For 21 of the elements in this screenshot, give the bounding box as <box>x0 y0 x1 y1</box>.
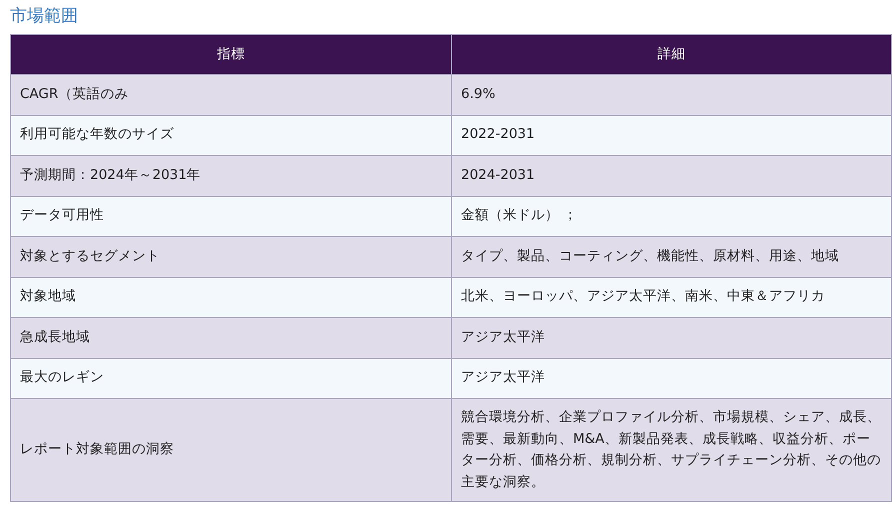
section-heading: 市場範囲 <box>10 5 79 28</box>
table-cell: 北米、ヨーロッパ、アジア太平洋、南米、中東＆アフリカ <box>452 277 892 318</box>
table-cell: レポート対象範囲の洞察 <box>10 398 452 502</box>
table-cell: 2022-2031 <box>452 115 892 156</box>
column-header: 詳細 <box>452 34 892 74</box>
table-cell: 2024-2031 <box>452 156 892 196</box>
table-cell: CAGR（英語のみ <box>10 74 452 115</box>
table-cell: 急成長地域 <box>10 318 452 358</box>
table-cell: 最大のレギン <box>10 358 452 398</box>
table-cell: アジア太平洋 <box>452 358 892 398</box>
table-cell: 金額（米ドル） ； <box>452 196 892 236</box>
table-cell: タイプ、製品、コーティング、機能性、原材料、用途、地域 <box>452 236 892 277</box>
table-cell: 対象地域 <box>10 277 452 318</box>
table-cell: 予測期間：2024年～2031年 <box>10 156 452 196</box>
table-cell: 競合環境分析、企業プロファイル分析、市場規模、シェア、成長、需要、最新動向、M&A、新製品発表、成長戦略、収益分析、ポーター分析、価格分析、規制分析、サプライチェーン分析、その他の主要な洞察。 <box>452 398 892 502</box>
table-cell: データ可用性 <box>10 196 452 236</box>
table-cell: 対象とするセグメント <box>10 236 452 277</box>
column-header: 指標 <box>10 34 452 74</box>
table-cell: アジア太平洋 <box>452 318 892 358</box>
table-cell: 利用可能な年数のサイズ <box>10 115 452 156</box>
table-cell: 6.9% <box>452 74 892 115</box>
